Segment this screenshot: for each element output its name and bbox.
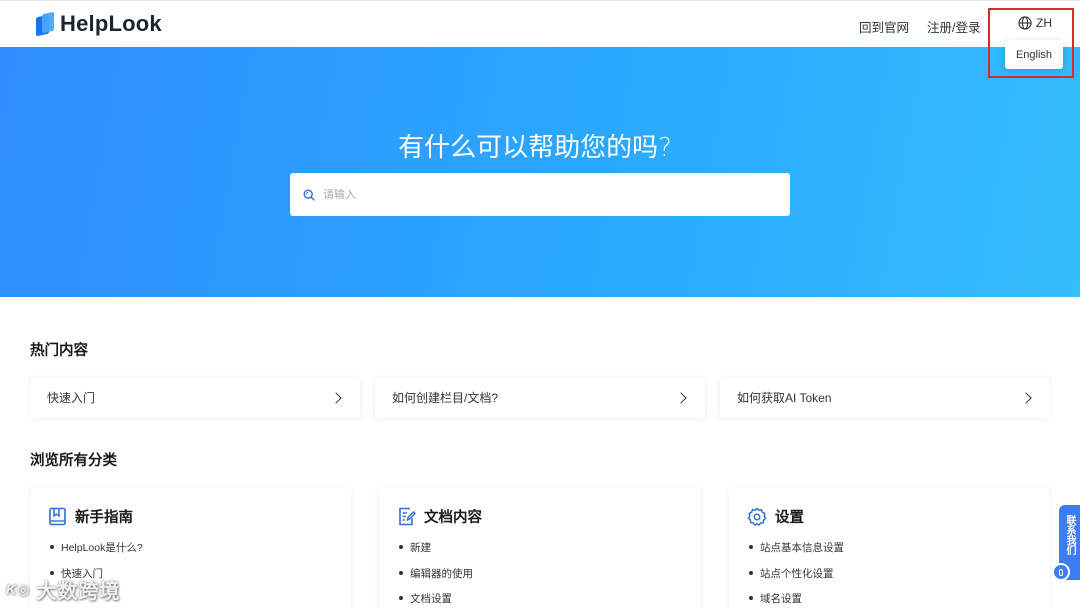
watermark-text: 大数跨境 (36, 581, 121, 603)
category-article-link[interactable]: 站点个性化设置 (749, 566, 844, 592)
hot-section-title: 热门内容 (30, 343, 88, 359)
document-edit-icon (399, 507, 416, 526)
chevron-right-icon (330, 391, 342, 404)
category-card-settings[interactable]: 设置 站点基本信息设置 站点个性化设置 域名设置 (729, 488, 1050, 608)
annotation-highlight-box (988, 8, 1074, 78)
category-title: 设置 (775, 510, 804, 526)
article-label: 域名设置 (760, 593, 802, 605)
chevron-right-icon (1020, 391, 1032, 404)
category-title: 文档内容 (424, 510, 482, 526)
watermark: K◎ 大数跨境 (6, 575, 120, 604)
category-header: 设置 (747, 506, 804, 527)
category-article-list: 新建 编辑器的使用 文档设置 (399, 540, 473, 608)
category-article-link[interactable]: 编辑器的使用 (399, 566, 473, 592)
article-label: 编辑器的使用 (410, 567, 473, 580)
category-header: 文档内容 (397, 506, 482, 527)
category-article-link[interactable]: HelpLook是什么? (50, 540, 143, 566)
chat-bubble-icon[interactable] (1052, 563, 1070, 581)
hot-item-card[interactable]: 如何获取AI Token (720, 377, 1050, 418)
watermark-logo-icon: K◎ (6, 581, 31, 597)
category-article-link[interactable]: 文档设置 (399, 591, 473, 608)
article-label: 站点个性化设置 (760, 567, 834, 580)
search-input[interactable] (323, 188, 763, 201)
hot-item-card[interactable]: 如何创建栏目/文档? (375, 377, 705, 418)
hero-banner: 有什么可以帮助您的吗? (0, 47, 1080, 297)
hot-item-label: 快速入门 (47, 391, 96, 405)
category-header: 新手指南 (48, 506, 133, 527)
search-icon (303, 188, 315, 201)
category-title: 新手指南 (75, 510, 133, 526)
nav-login-link[interactable]: 注册/登录 (927, 17, 980, 36)
article-label: 新建 (410, 542, 431, 554)
hero-title: 有什么可以帮助您的吗? (398, 133, 672, 163)
helplook-logo-icon (36, 11, 56, 37)
brand-name: HelpLook (60, 11, 162, 36)
article-label: 文档设置 (410, 593, 452, 605)
category-article-link[interactable]: 新建 (399, 540, 473, 566)
chevron-right-icon (675, 391, 687, 404)
category-article-link[interactable]: 站点基本信息设置 (749, 540, 844, 566)
category-article-list: 站点基本信息设置 站点个性化设置 域名设置 (749, 540, 844, 608)
nav-home-link[interactable]: 回到官网 (859, 17, 909, 36)
page: HelpLook 回到官网 注册/登录 ZH 有什么可以帮助您的吗? Engli… (0, 0, 1080, 608)
brand-logo[interactable]: HelpLook (36, 11, 162, 37)
article-label: 站点基本信息设置 (760, 542, 844, 554)
hot-item-card[interactable]: 快速入门 (30, 377, 360, 418)
top-header: HelpLook 回到官网 注册/登录 ZH (0, 0, 1080, 47)
search-box[interactable] (290, 173, 790, 216)
book-icon (49, 507, 66, 526)
gear-icon (747, 507, 767, 526)
category-card-docs[interactable]: 文档内容 新建 编辑器的使用 文档设置 (379, 488, 700, 608)
hot-item-label: 如何创建栏目/文档? (392, 391, 499, 405)
article-label: HelpLook是什么? (61, 542, 143, 554)
browse-section-title: 浏览所有分类 (30, 453, 117, 469)
category-article-link[interactable]: 域名设置 (749, 591, 844, 608)
hot-item-label: 如何获取AI Token (737, 391, 832, 405)
